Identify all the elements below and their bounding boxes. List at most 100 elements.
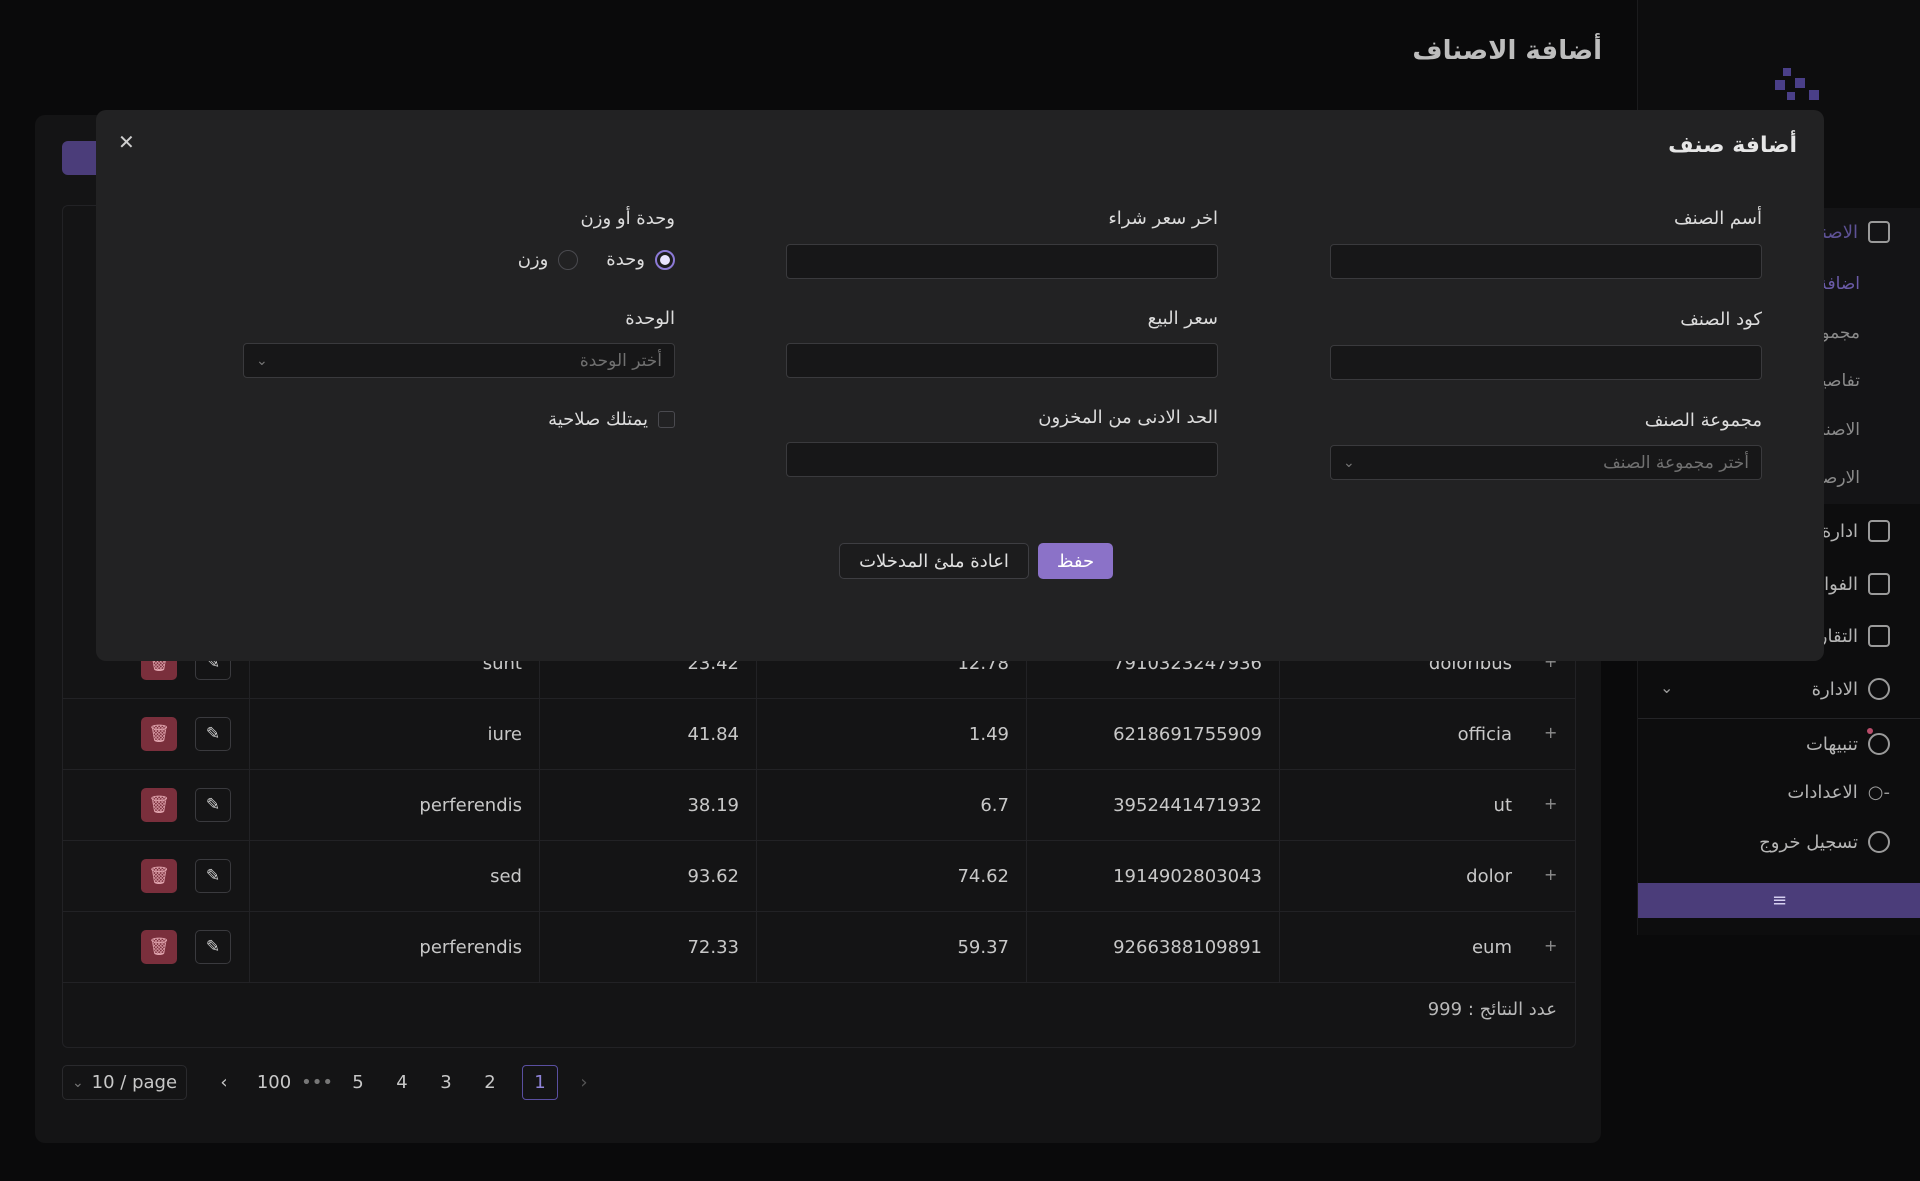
table-row: 🗑 ✎ iure 41.84 1.49 6218691755909 offici… bbox=[63, 699, 1575, 770]
expand-row-icon[interactable]: + bbox=[1544, 794, 1557, 813]
reset-inputs-button[interactable]: اعادة ملئ المدخلات bbox=[839, 543, 1029, 579]
sidebar-item-label: تسجيل خروج bbox=[1759, 831, 1858, 853]
trash-icon: 🗑 bbox=[148, 937, 170, 957]
table-cell-group: perferendis bbox=[249, 770, 539, 841]
pencil-icon: ✎ bbox=[205, 866, 221, 886]
weight-radio[interactable] bbox=[558, 249, 579, 270]
warehouse-icon bbox=[1868, 520, 1890, 542]
delete-button[interactable]: 🗑 bbox=[141, 717, 177, 751]
report-icon bbox=[1868, 625, 1890, 647]
unit-or-weight-label: وحدة أو وزن bbox=[580, 208, 675, 229]
unit-radio-label: وحدة bbox=[606, 249, 645, 270]
table-cell-group: sed bbox=[249, 841, 539, 912]
page-link[interactable]: 2 bbox=[480, 1065, 500, 1100]
last-purchase-price-input[interactable] bbox=[786, 244, 1218, 279]
unit-label: الوحدة bbox=[625, 308, 675, 329]
min-stock-label: الحد الادنى من المخزون bbox=[1038, 407, 1218, 428]
table-cell-sell: 38.19 bbox=[539, 770, 756, 841]
item-name-input[interactable] bbox=[1330, 244, 1762, 279]
table-cell-buy: 1.49 bbox=[756, 699, 1026, 770]
delete-button[interactable]: 🗑 bbox=[141, 859, 177, 893]
save-button[interactable]: حفظ bbox=[1038, 543, 1113, 579]
pencil-icon: ✎ bbox=[205, 937, 221, 957]
next-page-icon[interactable]: › bbox=[574, 1065, 594, 1100]
sidebar-item-admin[interactable]: الادارة bbox=[1812, 674, 1890, 704]
chevron-down-icon: ⌄ bbox=[1343, 454, 1355, 471]
edit-button[interactable]: ✎ bbox=[195, 859, 231, 893]
weight-radio-label: وزن bbox=[517, 249, 549, 270]
page-size-select[interactable]: ⌄ 10 / page bbox=[62, 1065, 187, 1100]
delete-button[interactable]: 🗑 bbox=[141, 930, 177, 964]
edit-button[interactable]: ✎ bbox=[195, 788, 231, 822]
unit-radio[interactable] bbox=[655, 249, 675, 270]
edit-button[interactable]: ✎ bbox=[195, 717, 231, 751]
prev-page-icon[interactable]: ‹ bbox=[214, 1065, 234, 1100]
table-row: 🗑 ✎ perferendis 38.19 6.7 3952441471932 … bbox=[63, 770, 1575, 841]
page-link[interactable]: 100 bbox=[252, 1065, 296, 1100]
sidebar-item-notifications[interactable]: تنبيهات bbox=[1806, 729, 1890, 759]
lock-icon bbox=[1868, 221, 1890, 243]
sidebar-item-management[interactable]: ادارة bbox=[1822, 516, 1890, 546]
page-link[interactable]: 5 bbox=[348, 1065, 368, 1100]
edit-button[interactable]: ✎ bbox=[195, 930, 231, 964]
sidebar-item-label: الاعدادات bbox=[1787, 781, 1858, 803]
table-cell-buy: 6.7 bbox=[756, 770, 1026, 841]
sidebar-item-logout[interactable]: تسجيل خروج bbox=[1759, 827, 1890, 857]
table-cell-sell: 41.84 bbox=[539, 699, 756, 770]
table-cell-group: iure bbox=[249, 699, 539, 770]
page-title: أضافة الاصناف bbox=[1412, 36, 1602, 66]
has-expiry-checkbox-group: يمتلك صلاحية bbox=[548, 409, 675, 430]
sidebar-item-label: اضافة bbox=[1818, 274, 1860, 294]
item-code-input[interactable] bbox=[1330, 345, 1762, 380]
chevron-down-icon: ⌄ bbox=[71, 1074, 84, 1091]
table-cell-name: ut bbox=[1279, 770, 1529, 841]
admin-icon bbox=[1868, 678, 1890, 700]
expand-row-icon[interactable]: + bbox=[1544, 936, 1557, 955]
chevron-down-icon[interactable]: ⌄ bbox=[1660, 678, 1673, 697]
expand-row-icon[interactable]: + bbox=[1544, 865, 1557, 884]
delete-button[interactable]: 🗑 bbox=[141, 788, 177, 822]
chevron-down-icon: ⌄ bbox=[256, 352, 268, 369]
page-size-label: 10 / page bbox=[91, 1072, 178, 1093]
receipt-icon bbox=[1868, 573, 1890, 595]
table-cell-code: 6218691755909 bbox=[1026, 699, 1279, 770]
table-cell-group: perferendis bbox=[249, 912, 539, 983]
bell-icon bbox=[1868, 733, 1890, 755]
item-group-label: مجموعة الصنف bbox=[1644, 410, 1762, 431]
has-expiry-checkbox[interactable] bbox=[658, 411, 675, 428]
pencil-icon: ✎ bbox=[205, 795, 221, 815]
table-cell-sell: 93.62 bbox=[539, 841, 756, 912]
last-purchase-price-label: اخر سعر شراء bbox=[1108, 208, 1218, 229]
table-row: 🗑 ✎ perferendis 72.33 59.37 926638810989… bbox=[63, 912, 1575, 983]
sidebar-item-label: تنبيهات bbox=[1805, 733, 1858, 755]
pencil-icon: ✎ bbox=[205, 724, 221, 744]
table-cell-name: dolor bbox=[1279, 841, 1529, 912]
sale-price-input[interactable] bbox=[786, 343, 1218, 378]
result-count: عدد النتائج : 999 bbox=[1427, 999, 1557, 1020]
has-expiry-label: يمتلك صلاحية bbox=[548, 409, 648, 430]
sidebar-item-settings[interactable]: -○ الاعدادات bbox=[1787, 777, 1890, 807]
unit-or-weight-radio-group: وحدة وزن bbox=[518, 249, 675, 270]
table-cell-buy: 59.37 bbox=[756, 912, 1026, 983]
add-item-modal: أضافة صنف ✕ أسم الصنف كود الصنف مجموعة ا… bbox=[96, 110, 1824, 661]
table-cell-buy: 74.62 bbox=[756, 841, 1026, 912]
expand-row-icon[interactable]: + bbox=[1544, 723, 1557, 742]
page-ellipsis[interactable]: ••• bbox=[301, 1065, 333, 1100]
table-cell-sell: 72.33 bbox=[539, 912, 756, 983]
page-link[interactable]: 4 bbox=[392, 1065, 412, 1100]
modal-title: أضافة صنف bbox=[1668, 133, 1797, 158]
unit-select[interactable]: أختر الوحدة ⌄ bbox=[243, 343, 675, 378]
sidebar-divider bbox=[1638, 718, 1920, 719]
sidebar-collapse-button[interactable]: ≡ bbox=[1638, 883, 1920, 918]
item-group-placeholder: أختر مجموعة الصنف bbox=[1603, 452, 1749, 473]
sale-price-label: سعر البيع bbox=[1147, 308, 1218, 329]
item-code-label: كود الصنف bbox=[1680, 309, 1762, 330]
page-link[interactable]: 3 bbox=[436, 1065, 456, 1100]
min-stock-input[interactable] bbox=[786, 442, 1218, 477]
sidebar-item-add[interactable]: اضافة bbox=[1818, 269, 1860, 299]
table-cell-code: 1914902803043 bbox=[1026, 841, 1279, 912]
page-link-current[interactable]: 1 bbox=[522, 1065, 558, 1100]
sidebar-item-label: الادارة bbox=[1811, 678, 1858, 700]
item-group-select[interactable]: أختر مجموعة الصنف ⌄ bbox=[1330, 445, 1762, 480]
close-icon[interactable]: ✕ bbox=[118, 130, 135, 154]
